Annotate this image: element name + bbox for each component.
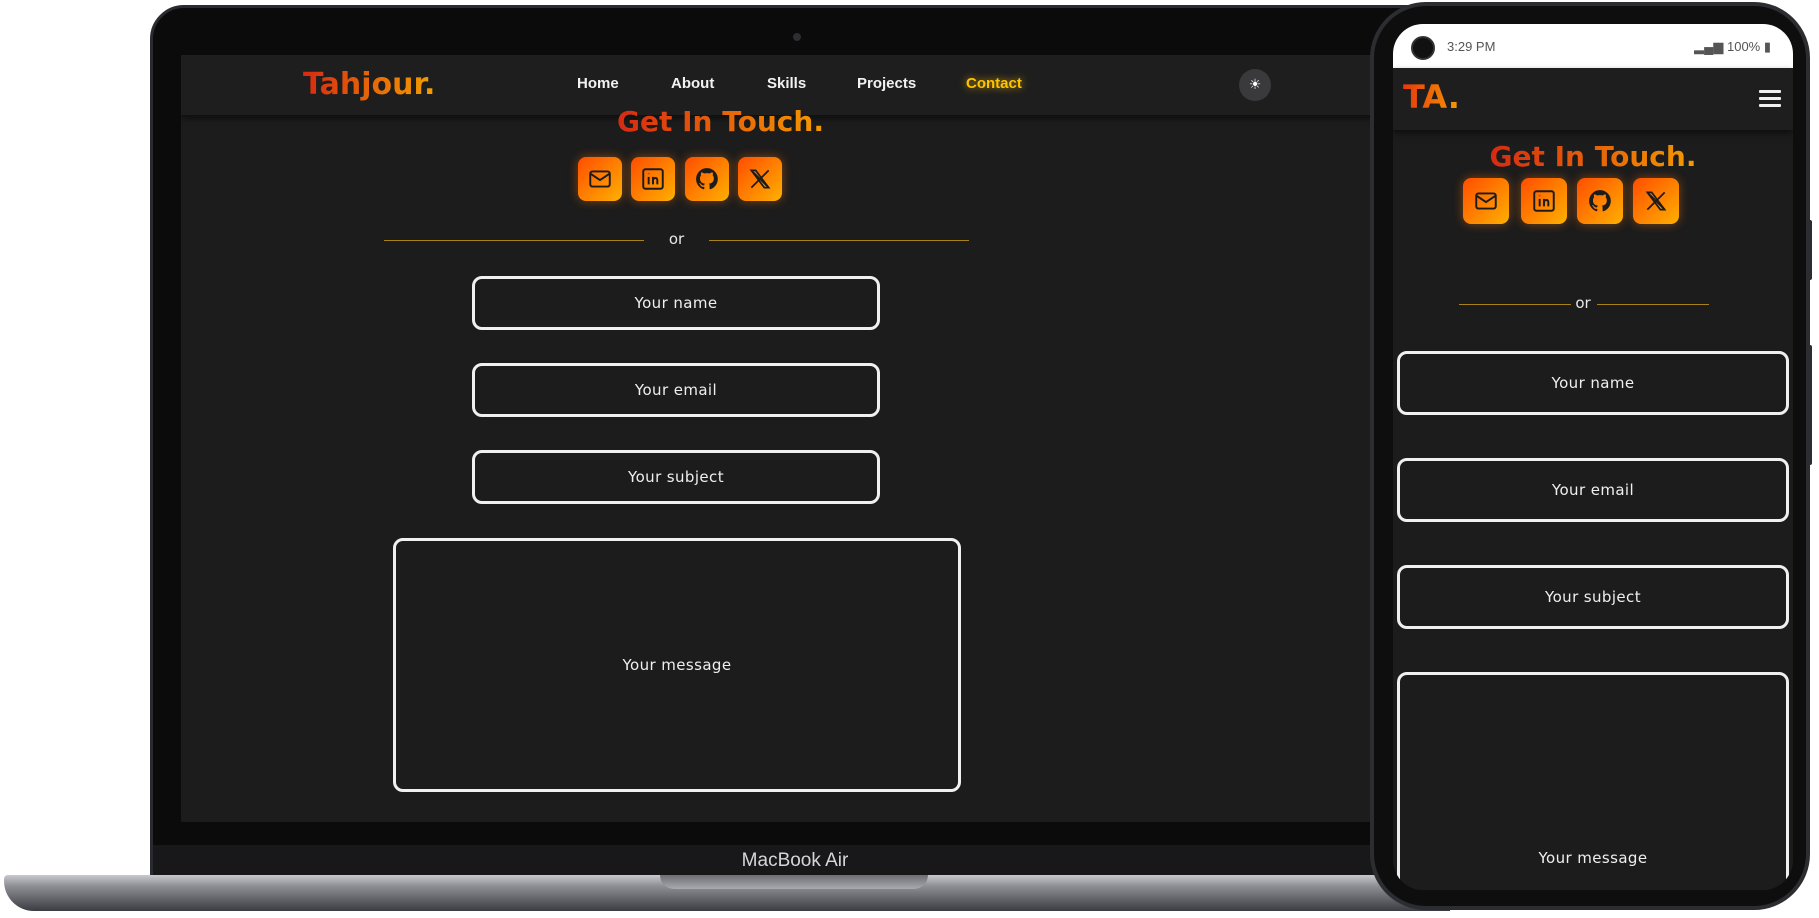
phone-divider-or: or xyxy=(1575,294,1591,312)
phone-github-social-button[interactable] xyxy=(1577,178,1623,224)
phone-name-input[interactable]: Your name xyxy=(1397,351,1789,415)
x-icon xyxy=(749,169,771,189)
email-social-button[interactable] xyxy=(578,157,622,201)
linkedin-icon xyxy=(1533,190,1555,212)
status-time: 3:29 PM xyxy=(1447,39,1496,54)
phone-message-textarea[interactable]: Your message xyxy=(1397,672,1789,890)
divider-line-right xyxy=(709,240,969,241)
nav-link-home[interactable]: Home xyxy=(577,75,619,92)
x-icon xyxy=(1645,191,1667,211)
nav-link-contact[interactable]: Contact xyxy=(966,75,1022,92)
status-battery: ▂▄▆ 100% ▮ xyxy=(1694,39,1771,54)
phone-divider-line-left xyxy=(1459,304,1571,305)
camera-icon xyxy=(793,33,801,41)
laptop-hinge xyxy=(660,875,928,889)
github-icon xyxy=(696,168,718,190)
status-bar: 3:29 PM ▂▄▆ 100% ▮ xyxy=(1393,24,1793,68)
nav-link-skills[interactable]: Skills xyxy=(767,75,806,92)
phone-navbar: TA. xyxy=(1393,68,1793,130)
email-input[interactable]: Your email xyxy=(472,363,880,417)
linkedin-icon xyxy=(642,168,664,190)
github-social-button[interactable] xyxy=(685,157,729,201)
divider-or: or xyxy=(668,230,685,248)
phone-email-social-button[interactable] xyxy=(1463,178,1509,224)
subject-input[interactable]: Your subject xyxy=(472,450,880,504)
message-textarea[interactable]: Your message xyxy=(393,538,961,792)
divider-line-left xyxy=(384,240,644,241)
phone-divider-line-right xyxy=(1597,304,1709,305)
phone-volume-button xyxy=(1807,220,1812,280)
phone-brand-logo[interactable]: TA. xyxy=(1403,78,1460,116)
nav-link-projects[interactable]: Projects xyxy=(857,75,916,92)
mail-icon xyxy=(589,170,611,188)
device-label: MacBook Air xyxy=(741,850,849,871)
phone-email-input[interactable]: Your email xyxy=(1397,458,1789,522)
github-icon xyxy=(1589,190,1611,212)
phone-screen: 3:29 PM ▂▄▆ 100% ▮ TA. Get In Touch. or … xyxy=(1393,24,1793,890)
phone-power-button xyxy=(1807,345,1812,465)
sun-icon: ☀ xyxy=(1248,77,1262,93)
contact-title: Get In Touch. xyxy=(617,105,824,138)
x-social-button[interactable] xyxy=(738,157,782,201)
phone-x-social-button[interactable] xyxy=(1633,178,1679,224)
front-camera-icon xyxy=(1411,36,1435,60)
hamburger-icon[interactable] xyxy=(1759,90,1781,108)
mail-icon xyxy=(1475,192,1497,210)
phone-linkedin-social-button[interactable] xyxy=(1521,178,1567,224)
nav-link-about[interactable]: About xyxy=(671,75,714,92)
brand-logo[interactable]: Tahjour. xyxy=(303,67,435,102)
phone-subject-input[interactable]: Your subject xyxy=(1397,565,1789,629)
signal-icon: ▂▄▆ xyxy=(1694,39,1727,54)
linkedin-social-button[interactable] xyxy=(631,157,675,201)
name-input[interactable]: Your name xyxy=(472,276,880,330)
phone-contact-title: Get In Touch. xyxy=(1489,140,1697,173)
battery-icon: ▮ xyxy=(1760,39,1771,54)
laptop-screen: Tahjour. Home About Skills Projects Cont… xyxy=(181,55,1450,822)
theme-toggle-button[interactable]: ☀ xyxy=(1239,69,1271,101)
